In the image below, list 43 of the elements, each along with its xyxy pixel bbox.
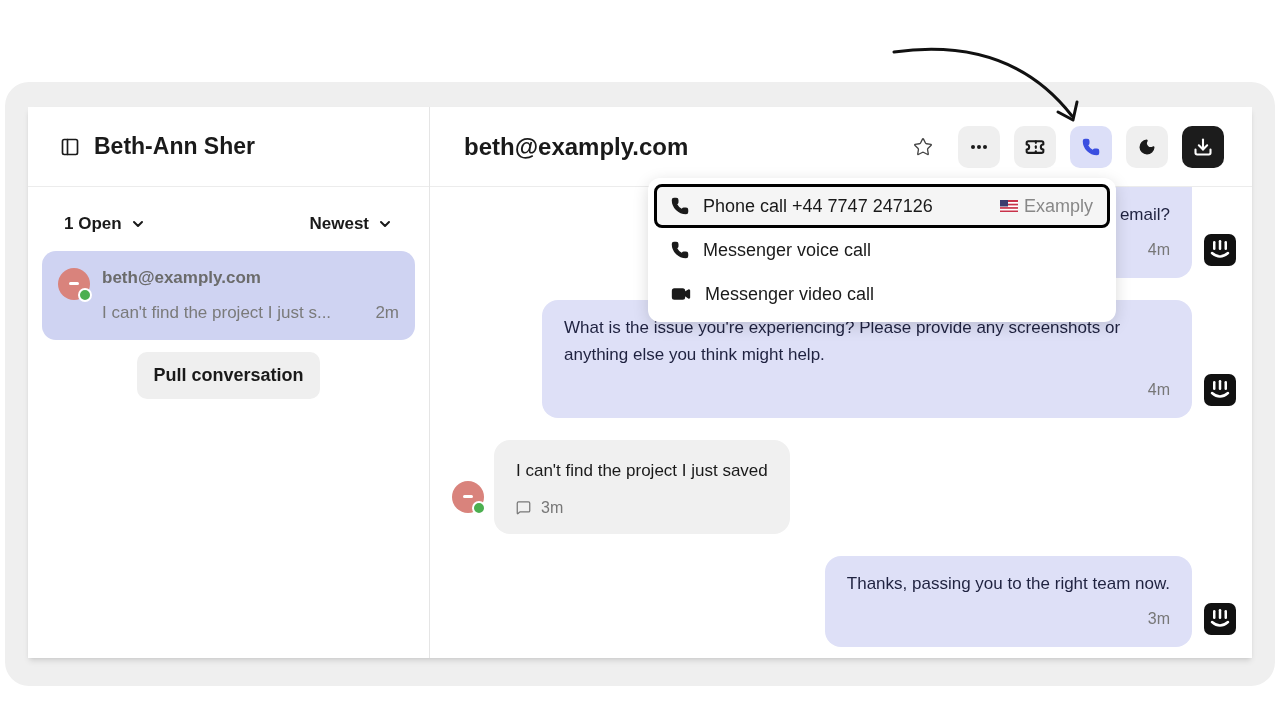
filter-dropdown[interactable]: Newest bbox=[309, 211, 393, 237]
star-icon bbox=[913, 136, 933, 157]
message-time: 3m bbox=[541, 497, 564, 518]
phone-icon bbox=[671, 197, 689, 215]
conversation-time: 2m bbox=[375, 302, 399, 324]
more-icon bbox=[971, 144, 987, 149]
call-menu-item[interactable]: Messenger voice call bbox=[654, 228, 1110, 272]
call-option-label: Messenger video call bbox=[705, 282, 876, 306]
sidebar-toggle-icon[interactable] bbox=[60, 136, 80, 157]
download-button[interactable] bbox=[1182, 125, 1224, 168]
call-option-label: Messenger voice call bbox=[703, 238, 873, 262]
message-time: 4m bbox=[1146, 380, 1170, 400]
chat-icon bbox=[516, 500, 531, 515]
call-menu-item[interactable]: Phone call +44 7747 247126 Examply bbox=[654, 184, 1110, 228]
filter-dropdown[interactable]: 1 Open bbox=[64, 211, 146, 237]
conversation-item[interactable]: beth@examply.com I can't find the project I just s... 2m bbox=[42, 250, 415, 340]
conversation-title: beth@examply.com bbox=[464, 131, 690, 162]
bot-avatar-icon bbox=[1204, 602, 1236, 635]
flag-icon bbox=[999, 200, 1018, 212]
phone-icon bbox=[1082, 137, 1100, 156]
message-time: 3m bbox=[1146, 608, 1170, 629]
message-text: Thanks, passing you to the right team now. bbox=[846, 572, 1170, 595]
workspace-label: Examply bbox=[1023, 194, 1093, 218]
message-text: I can't find the project I just saved bbox=[516, 460, 768, 482]
bot-avatar-icon bbox=[1204, 234, 1236, 266]
phone-icon bbox=[671, 241, 689, 259]
bot-avatar-icon bbox=[1204, 374, 1236, 406]
ticket-button[interactable] bbox=[1014, 125, 1056, 168]
download-icon bbox=[1193, 136, 1213, 157]
moon-icon bbox=[1138, 137, 1156, 156]
message-text: email? bbox=[1119, 204, 1170, 226]
avatar bbox=[58, 267, 90, 300]
message-text: What is the issue you're experiencing? Please provide any screenshots or anything else you think might help. bbox=[564, 317, 1122, 366]
snooze-button[interactable] bbox=[1126, 125, 1168, 168]
pull-conversation-button[interactable]: Pull conversation bbox=[137, 351, 320, 399]
conversation-preview: I can't find the project I just s... bbox=[102, 302, 332, 324]
phone-button[interactable] bbox=[1070, 125, 1112, 168]
message-time: 4m bbox=[1146, 240, 1170, 260]
conversation-email: beth@examply.com bbox=[102, 266, 262, 289]
call-menu-item[interactable]: Messenger video call bbox=[654, 272, 1110, 316]
call-option-label: Phone call +44 7747 247126 bbox=[703, 194, 934, 218]
avatar bbox=[452, 480, 484, 513]
contact-name: Beth-Ann Sher bbox=[94, 132, 255, 162]
